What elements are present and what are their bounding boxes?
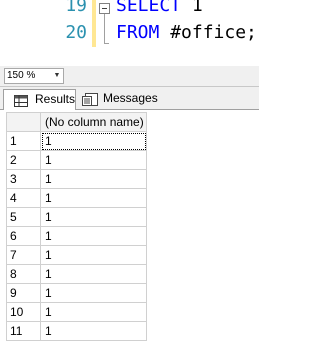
table-row[interactable]: 71: [7, 246, 147, 265]
sql-text: #office;: [159, 22, 257, 43]
row-number[interactable]: 5: [7, 208, 41, 227]
table-row[interactable]: 11: [7, 132, 147, 151]
chevron-down-icon[interactable]: ▼: [51, 69, 63, 83]
code-text[interactable]: FROM #office;: [116, 21, 257, 45]
row-number[interactable]: 7: [7, 246, 41, 265]
code-text[interactable]: SELECT 1: [116, 0, 203, 18]
cell-value[interactable]: 1: [41, 189, 147, 208]
grid-corner[interactable]: [7, 113, 41, 132]
results-tabstrip: Results Messages: [0, 87, 259, 110]
code-line: 20 FROM #office;: [0, 21, 259, 45]
cell-value[interactable]: 1: [41, 322, 147, 341]
tab-results[interactable]: Results: [3, 89, 76, 110]
table-row[interactable]: 11 1: [7, 322, 147, 341]
row-number[interactable]: 4: [7, 189, 41, 208]
cell-value[interactable]: 1: [41, 132, 147, 151]
grid-header-row: (No column name): [7, 113, 147, 132]
row-number[interactable]: 2: [7, 151, 41, 170]
table-row[interactable]: 31: [7, 170, 147, 189]
cell-value[interactable]: 1: [41, 227, 147, 246]
table-row[interactable]: 81: [7, 265, 147, 284]
cell-value[interactable]: 1: [41, 208, 147, 227]
row-number[interactable]: 10: [7, 303, 41, 322]
sql-keyword: FROM: [116, 22, 160, 43]
cell-value[interactable]: 1: [41, 284, 147, 303]
cell-value[interactable]: 1: [41, 170, 147, 189]
column-header[interactable]: (No column name): [41, 113, 147, 132]
table-row[interactable]: 10 1: [7, 303, 147, 322]
code-line: 19 SELECT 1: [0, 0, 259, 18]
query-editor[interactable]: 19 SELECT 1 20 FROM #office;: [0, 0, 259, 47]
sql-text: 1: [181, 0, 203, 16]
zoom-value: 150 %: [7, 70, 36, 81]
row-number[interactable]: 3: [7, 170, 41, 189]
row-number[interactable]: 6: [7, 227, 41, 246]
cell-value[interactable]: 1: [41, 303, 147, 322]
tab-results-label: Results: [35, 92, 76, 106]
cell-value[interactable]: 1: [41, 151, 147, 170]
tab-messages-label: Messages: [103, 91, 158, 105]
table-row[interactable]: 21: [7, 151, 147, 170]
cell-value[interactable]: 1: [41, 246, 147, 265]
table-row[interactable]: 91: [7, 284, 147, 303]
row-number[interactable]: 9: [7, 284, 41, 303]
grid-icon: [14, 94, 28, 113]
cell-value[interactable]: 1: [41, 265, 147, 284]
row-number[interactable]: 11: [7, 322, 41, 341]
zoom-select[interactable]: 150 % ▼: [4, 68, 64, 84]
zoom-bar: 150 % ▼: [0, 66, 259, 87]
tab-messages[interactable]: Messages: [78, 89, 158, 108]
results-grid[interactable]: (No column name) 1 1 2 1 3 1 4 1 5 1 6 1 7 1 8 1 9 1 10 1 11…: [6, 112, 147, 341]
line-number: 20: [65, 22, 87, 43]
messages-icon: [82, 93, 98, 112]
table-row[interactable]: 41: [7, 189, 147, 208]
row-number[interactable]: 8: [7, 265, 41, 284]
pane-splitter[interactable]: [0, 47, 259, 67]
sql-keyword: SELECT: [116, 0, 182, 16]
line-number: 19: [65, 0, 87, 16]
table-row[interactable]: 51: [7, 208, 147, 227]
table-row[interactable]: 61: [7, 227, 147, 246]
row-number[interactable]: 1: [7, 132, 41, 151]
